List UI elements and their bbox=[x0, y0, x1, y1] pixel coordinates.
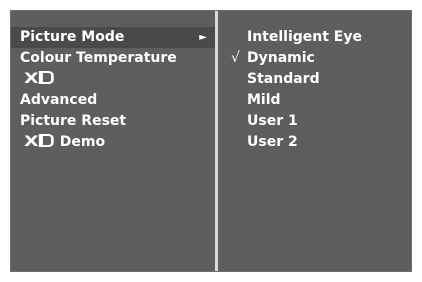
xd-logo-icon: X bbox=[24, 132, 54, 153]
menu-item-advanced[interactable]: Advanced bbox=[11, 90, 215, 111]
option-mild[interactable]: Mild bbox=[218, 90, 411, 111]
menu-item-xd-demo[interactable]: X Demo bbox=[11, 132, 215, 153]
osd-picture-menu: Picture Mode ► Colour Temperature X Adva… bbox=[10, 10, 412, 272]
submenu-arrow-icon: ► bbox=[199, 32, 207, 43]
option-dynamic[interactable]: √ Dynamic bbox=[218, 48, 411, 69]
option-standard[interactable]: Standard bbox=[218, 69, 411, 90]
menu-item-label: Advanced bbox=[20, 92, 98, 108]
picture-mode-options: Intelligent Eye √ Dynamic Standard Mild U… bbox=[218, 27, 411, 153]
main-menu-list: Picture Mode ► Colour Temperature X Adva… bbox=[11, 27, 215, 153]
option-label: Standard bbox=[247, 71, 320, 87]
menu-item-picture-mode[interactable]: Picture Mode ► bbox=[11, 27, 215, 48]
menu-item-colour-temperature[interactable]: Colour Temperature bbox=[11, 48, 215, 69]
menu-item-picture-reset[interactable]: Picture Reset bbox=[11, 111, 215, 132]
option-label: Mild bbox=[247, 92, 281, 108]
menu-item-label: Colour Temperature bbox=[20, 50, 177, 66]
main-menu-panel: Picture Mode ► Colour Temperature X Adva… bbox=[11, 11, 215, 271]
xd-logo-icon: X bbox=[24, 69, 54, 90]
submenu-panel: Intelligent Eye √ Dynamic Standard Mild U… bbox=[218, 11, 411, 271]
menu-item-label: Picture Mode bbox=[20, 29, 125, 45]
check-icon: √ bbox=[231, 50, 240, 66]
option-user-1[interactable]: User 1 bbox=[218, 111, 411, 132]
option-label: User 2 bbox=[247, 134, 298, 150]
option-user-2[interactable]: User 2 bbox=[218, 132, 411, 153]
menu-item-xd[interactable]: X bbox=[11, 69, 215, 90]
option-label: Intelligent Eye bbox=[247, 29, 362, 45]
option-intelligent-eye[interactable]: Intelligent Eye bbox=[218, 27, 411, 48]
option-label: User 1 bbox=[247, 113, 298, 129]
menu-item-label: Picture Reset bbox=[20, 113, 127, 129]
menu-item-label: Demo bbox=[59, 134, 106, 150]
option-label: Dynamic bbox=[247, 50, 315, 66]
